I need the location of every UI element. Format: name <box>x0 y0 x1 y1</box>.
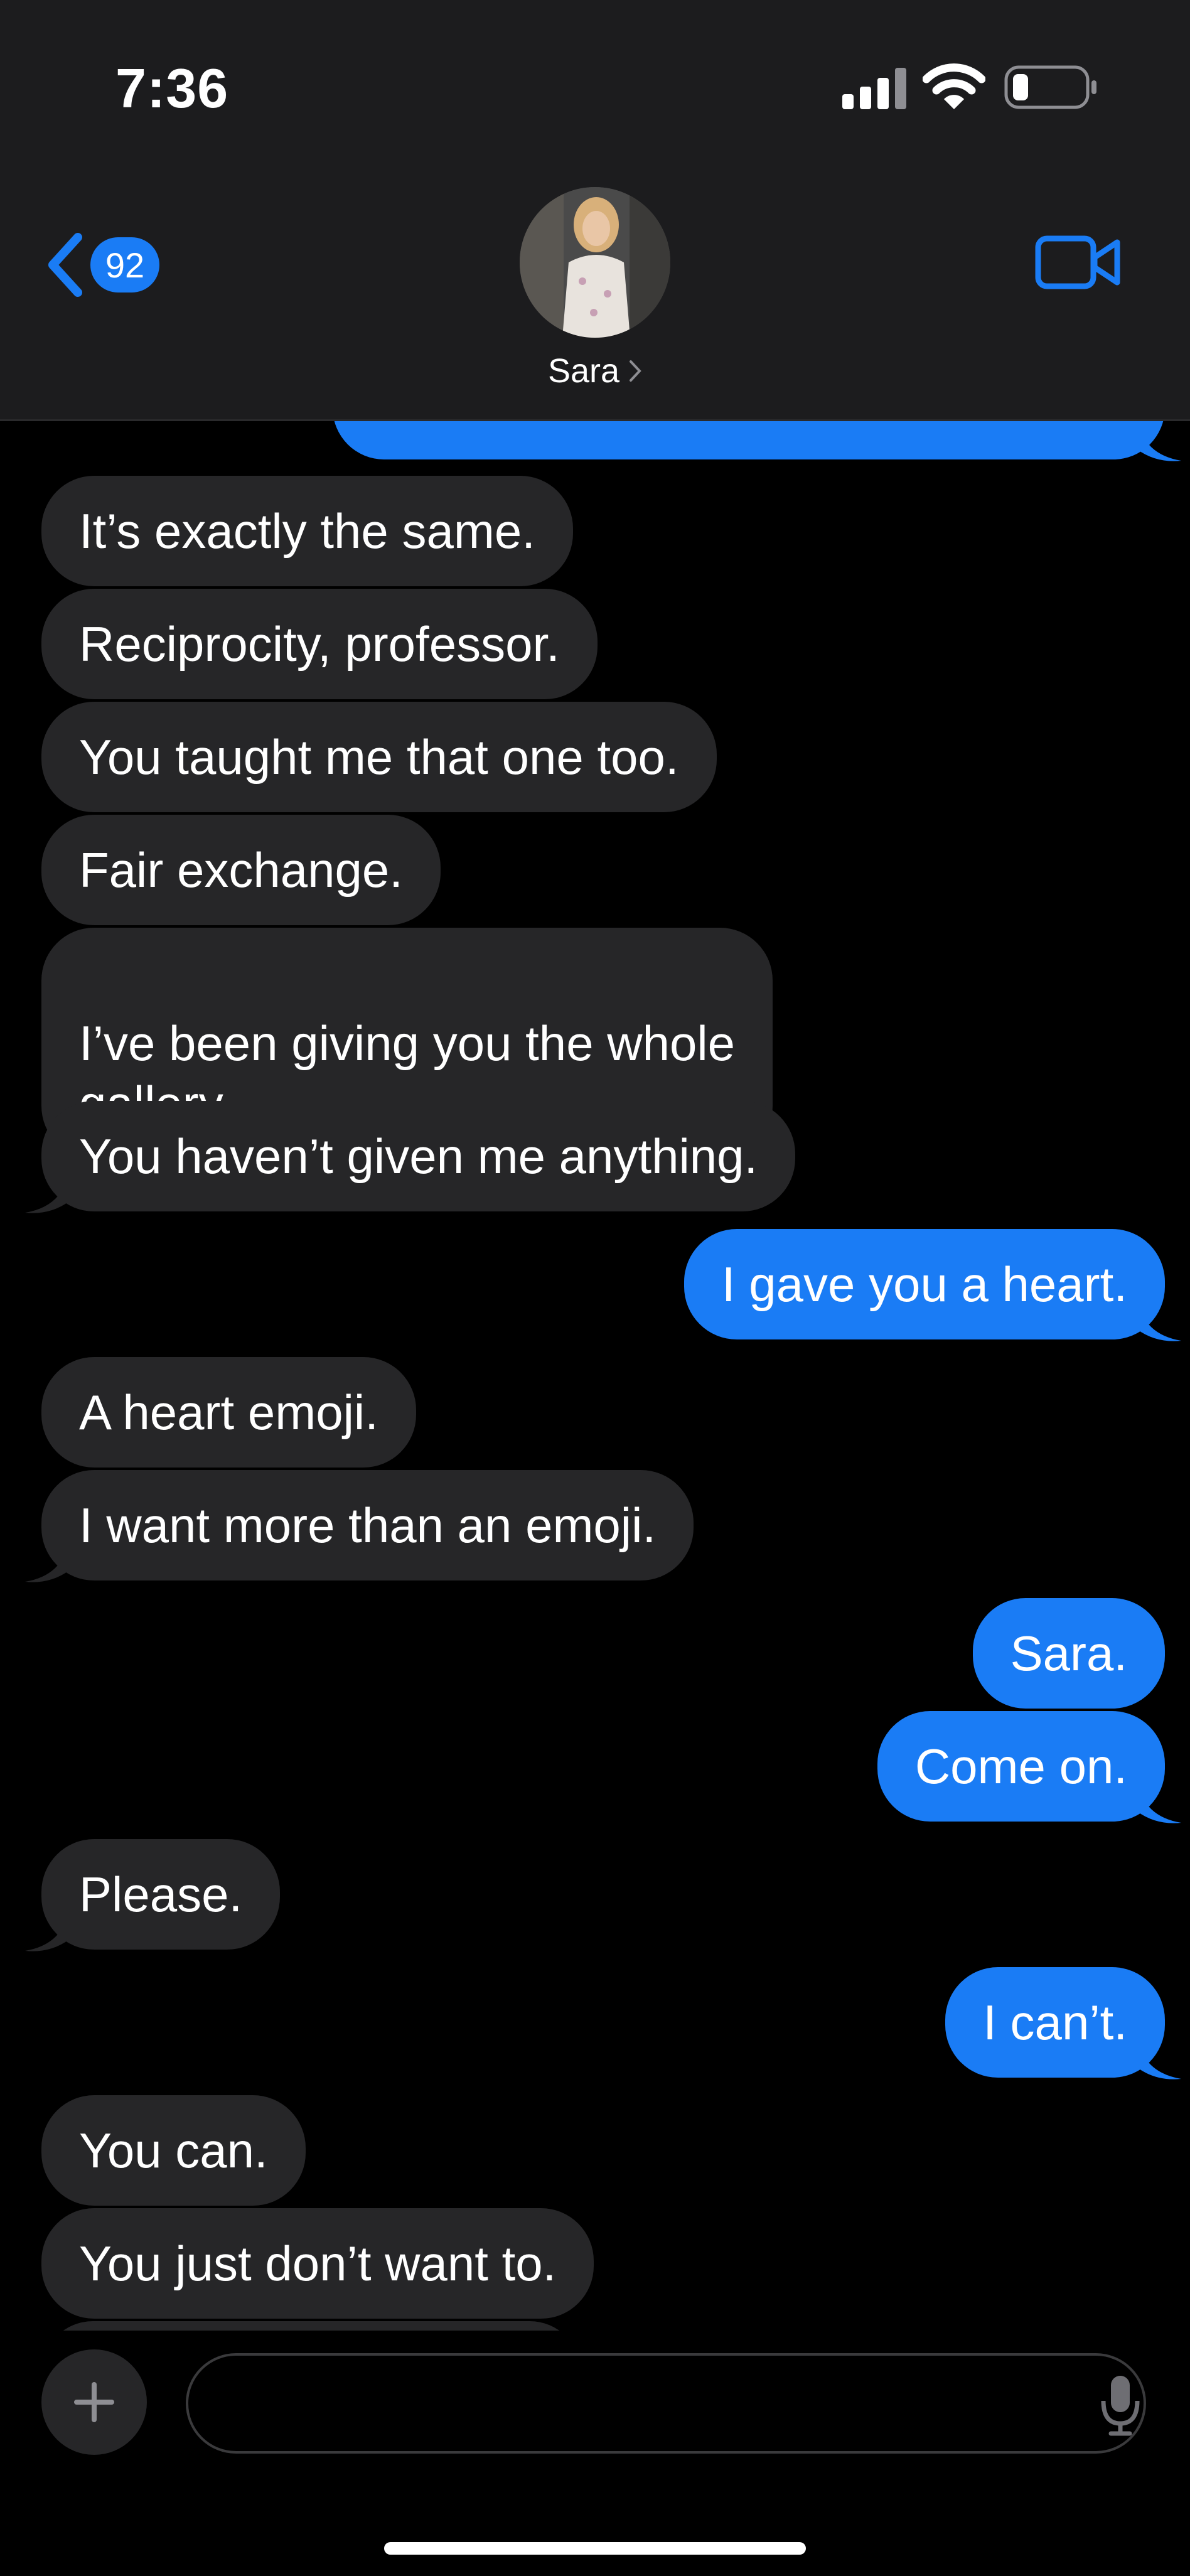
conversation-header: 7:36 92 Sara <box>0 0 1190 421</box>
message-bubble-incoming[interactable]: You can. <box>41 2095 306 2206</box>
message-bubble-incoming-partial <box>41 2321 581 2331</box>
message-bubble-incoming[interactable]: You taught me that one too. <box>41 702 717 812</box>
message-bubble-outgoing[interactable]: Come on. <box>877 1711 1181 1823</box>
bubble-tail <box>25 1540 69 1582</box>
message-text: Sara. <box>1010 1626 1127 1681</box>
message-bubble-incoming[interactable]: You just don’t want to. <box>41 2208 594 2319</box>
bubble-tail <box>1137 419 1181 461</box>
bubble-tail <box>1137 2037 1181 2080</box>
bubble-tail <box>25 1909 69 1951</box>
message-text: A heart emoji. <box>79 1385 378 1440</box>
message-bubble-incoming[interactable]: It’s exactly the same. <box>41 476 573 586</box>
message-text: I want more than an emoji. <box>79 1498 657 1553</box>
add-attachment-button[interactable] <box>41 2349 147 2455</box>
back-chevron-icon <box>48 233 82 297</box>
message-text: I can’t. <box>983 1995 1127 2050</box>
message-text: Come on. <box>914 1739 1127 1794</box>
chevron-right-icon <box>630 360 641 382</box>
wifi-icon <box>923 63 985 109</box>
bubble-tail <box>1137 1781 1181 1823</box>
message-text: It’s exactly the same. <box>79 503 535 559</box>
contact-avatar[interactable] <box>520 187 670 338</box>
message-thread[interactable]: It’s exactly the same. Reciprocity, prof… <box>0 419 1190 2331</box>
message-text: You haven’t given me anything. <box>79 1129 758 1184</box>
message-text: Fair exchange. <box>79 842 403 898</box>
bubble-tail <box>25 1171 69 1213</box>
status-time: 7:36 <box>115 57 229 119</box>
avatar-image <box>520 187 670 338</box>
unread-count-badge: 92 <box>90 237 159 292</box>
message-bubble-outgoing-partial <box>333 419 1181 461</box>
message-bubble-outgoing[interactable]: Sara. <box>972 1598 1165 1709</box>
message-text: You taught me that one too. <box>79 729 679 785</box>
message-bubble-incoming[interactable]: You haven’t given me anything. <box>25 1101 796 1213</box>
video-call-icon[interactable] <box>1034 232 1122 292</box>
message-bubble-incoming[interactable]: Fair exchange. <box>41 815 441 925</box>
battery-icon <box>1004 65 1096 109</box>
contact-name: Sara <box>547 352 620 390</box>
message-bubble-incoming[interactable]: A heart emoji. <box>41 1357 416 1468</box>
message-bubble-incoming[interactable]: Reciprocity, professor. <box>41 589 598 699</box>
message-text: I gave you a heart. <box>721 1257 1127 1312</box>
message-text: You just don’t want to. <box>79 2236 557 2291</box>
microphone-icon[interactable] <box>1086 2353 1155 2454</box>
message-text: You can. <box>79 2123 268 2178</box>
message-text: Reciprocity, professor. <box>79 616 560 672</box>
contact-name-button[interactable]: Sara <box>0 352 1190 390</box>
message-input[interactable] <box>186 2353 1146 2454</box>
signal-icon <box>842 68 906 109</box>
bubble-tail <box>1137 1299 1181 1341</box>
message-bubble-incoming[interactable]: I want more than an emoji. <box>25 1470 694 1582</box>
composer-bar <box>0 2331 1190 2576</box>
home-indicator[interactable] <box>384 2542 806 2555</box>
message-bubble-incoming[interactable]: Please. <box>25 1839 281 1951</box>
message-text: Please. <box>79 1867 243 1922</box>
plus-icon <box>74 2382 114 2422</box>
message-bubble-outgoing[interactable]: I gave you a heart. <box>683 1229 1181 1341</box>
back-button[interactable]: 92 <box>45 227 171 303</box>
message-bubble-outgoing[interactable]: I can’t. <box>945 1967 1181 2080</box>
